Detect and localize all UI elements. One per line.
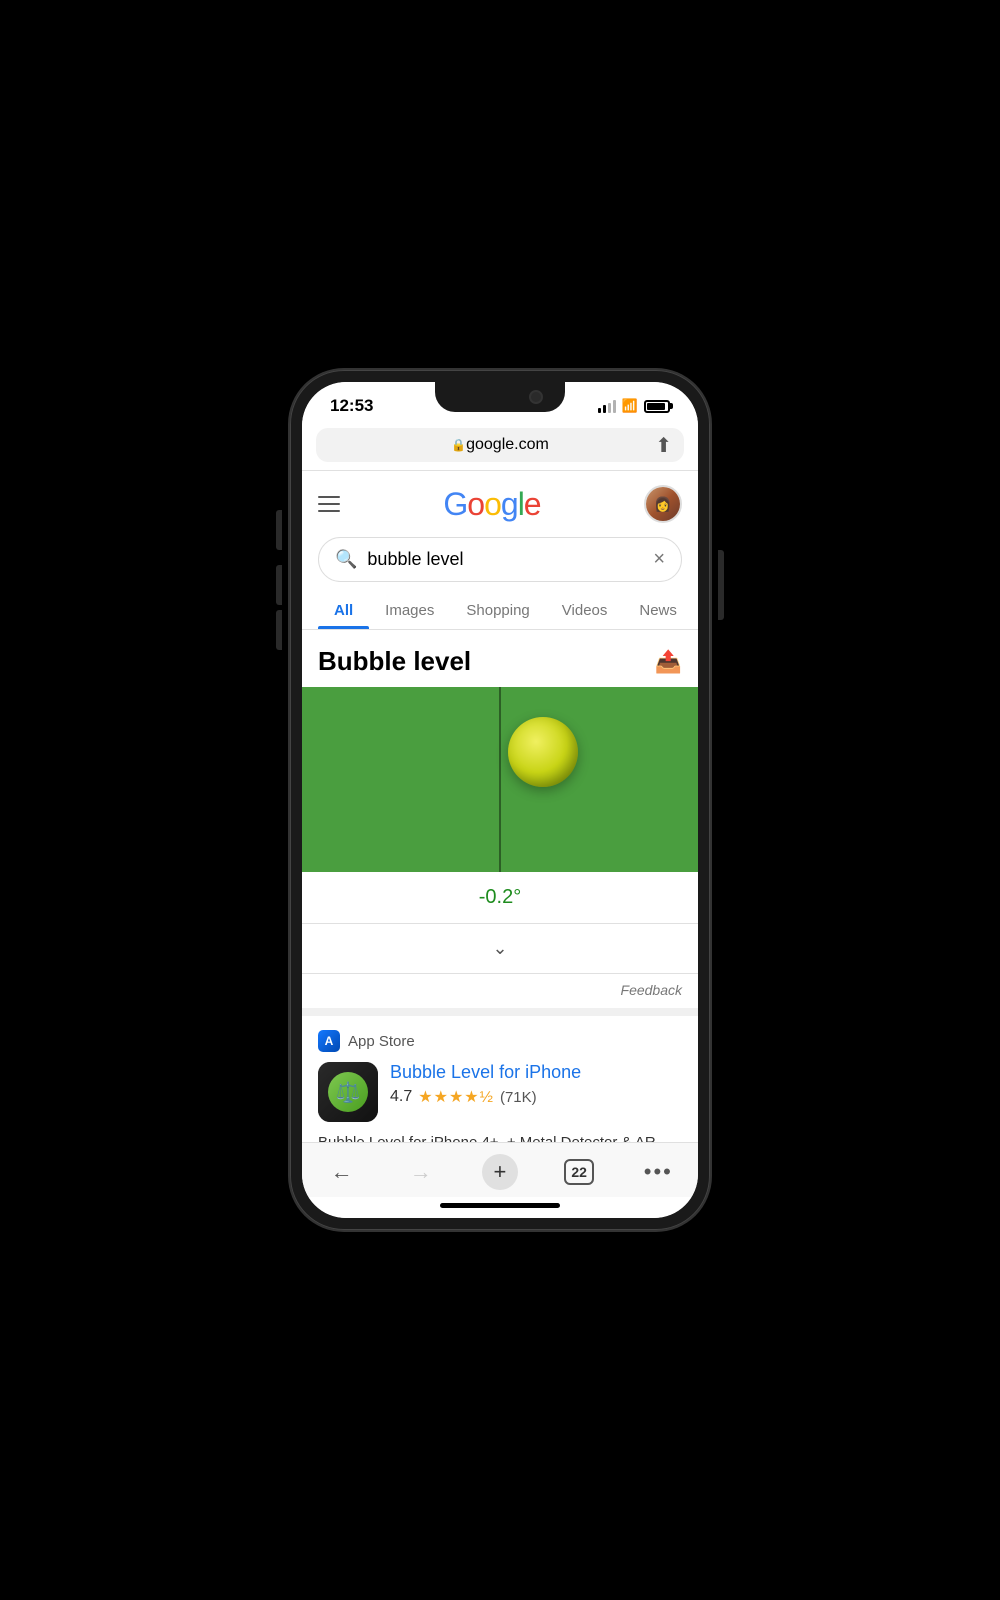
rating-number: 4.7 xyxy=(390,1088,412,1106)
browser-bar: 🔒 google.com ⬆ xyxy=(302,420,698,471)
forward-arrow-icon: → xyxy=(410,1159,432,1185)
tab-maps[interactable]: Maps xyxy=(693,592,698,629)
browser-nav: ← → + 22 ••• xyxy=(302,1142,698,1197)
notch xyxy=(435,382,565,412)
app-source-name: App Store xyxy=(348,1033,415,1050)
front-camera xyxy=(529,390,543,404)
tab-images[interactable]: Images xyxy=(369,592,450,629)
phone-screen: 12:53 📶 🔒 google.com ⬆ xyxy=(302,382,698,1218)
bubble-indicator xyxy=(508,717,578,787)
kp-share-button[interactable]: 📤 xyxy=(655,649,682,675)
knowledge-panel: Bubble level 📤 -0.2° ⌄ Feedback xyxy=(302,630,698,1016)
kp-title: Bubble level xyxy=(318,646,471,677)
chevron-down-icon: ⌄ xyxy=(492,938,507,958)
wifi-icon: 📶 xyxy=(622,398,638,414)
app-rating-row: 4.7 ★★★★½ (71K) xyxy=(390,1087,682,1107)
more-options-button[interactable]: ••• xyxy=(636,1153,680,1191)
tab-count: 22 xyxy=(564,1159,594,1185)
phone-frame: 12:53 📶 🔒 google.com ⬆ xyxy=(290,370,710,1230)
app-info: ⚖️ Bubble Level for iPhone 4.7 ★★★★½ (71… xyxy=(318,1062,682,1122)
battery-icon xyxy=(644,400,670,413)
new-tab-button[interactable]: + xyxy=(478,1153,522,1191)
degree-reading: -0.2° xyxy=(302,872,698,924)
search-tabs: All Images Shopping Videos News Maps Boo… xyxy=(302,592,698,630)
level-line xyxy=(499,687,501,872)
star-rating: ★★★★½ xyxy=(418,1087,494,1107)
menu-button[interactable] xyxy=(318,496,340,512)
bubble-level-widget[interactable] xyxy=(302,687,698,872)
back-arrow-icon: ← xyxy=(331,1159,353,1185)
url-text: google.com xyxy=(466,436,549,454)
tab-all[interactable]: All xyxy=(318,592,369,629)
google-logo: Google xyxy=(443,486,540,523)
feedback-row: Feedback xyxy=(302,974,698,1016)
more-icon: ••• xyxy=(644,1159,673,1185)
search-icon: 🔍 xyxy=(335,549,357,570)
tab-switcher-button[interactable]: 22 xyxy=(557,1153,601,1191)
app-name[interactable]: Bubble Level for iPhone xyxy=(390,1062,682,1083)
share-button[interactable]: ⬆ xyxy=(655,433,672,458)
status-icons: 📶 xyxy=(598,398,670,414)
avatar[interactable]: 👩 xyxy=(644,485,682,523)
feedback-link[interactable]: Feedback xyxy=(621,982,682,998)
tab-news[interactable]: News xyxy=(623,592,693,629)
home-indicator xyxy=(302,1197,698,1218)
lock-icon: 🔒 xyxy=(451,438,466,452)
back-button[interactable]: ← xyxy=(320,1153,364,1191)
expand-button[interactable]: ⌄ xyxy=(302,924,698,974)
search-query-text: bubble level xyxy=(367,549,643,570)
app-icon: ⚖️ xyxy=(318,1062,378,1122)
app-store-icon: A xyxy=(318,1030,340,1052)
app-source: A App Store xyxy=(318,1030,682,1052)
add-tab-icon: + xyxy=(482,1154,518,1190)
kp-header: Bubble level 📤 xyxy=(302,630,698,687)
forward-button[interactable]: → xyxy=(399,1153,443,1191)
search-clear-button[interactable]: × xyxy=(653,548,665,571)
tab-shopping[interactable]: Shopping xyxy=(450,592,545,629)
tab-videos[interactable]: Videos xyxy=(546,592,624,629)
review-count: (71K) xyxy=(500,1089,537,1106)
app-result: A App Store ⚖️ Bubble Level for iPhone 4… xyxy=(302,1016,698,1142)
app-description: Bubble Level for iPhone 4+. + Metal Dete… xyxy=(318,1132,682,1142)
app-details: Bubble Level for iPhone 4.7 ★★★★½ (71K) xyxy=(390,1062,682,1107)
signal-icon xyxy=(598,400,616,413)
page-content[interactable]: Google 👩 🔍 bubble level × All Images Sho… xyxy=(302,471,698,1142)
search-box[interactable]: 🔍 bubble level × xyxy=(318,537,682,582)
search-box-wrap: 🔍 bubble level × xyxy=(302,531,698,592)
home-bar xyxy=(440,1203,560,1208)
url-bar[interactable]: 🔒 google.com ⬆ xyxy=(316,428,684,462)
status-time: 12:53 xyxy=(330,396,373,416)
google-header: Google 👩 xyxy=(302,471,698,531)
